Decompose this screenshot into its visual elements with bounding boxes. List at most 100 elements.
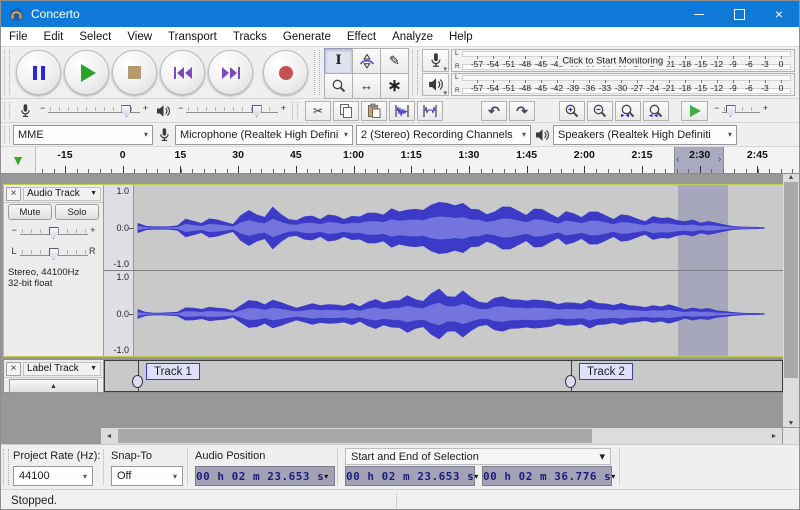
snap-to-select[interactable]: Off▾	[111, 466, 183, 486]
solo-button[interactable]: Solo	[55, 204, 99, 220]
label-area[interactable]: Track 1 Track 2	[104, 360, 783, 392]
gain-slider[interactable]: − +	[10, 223, 98, 242]
collapse-button[interactable]: ▲	[9, 379, 98, 393]
label-track-menu[interactable]: Label Track ▼	[23, 362, 101, 376]
menu-file[interactable]: File	[1, 31, 36, 43]
slider-thumb[interactable]	[252, 105, 262, 117]
label-box[interactable]: Track 2	[579, 363, 633, 380]
audio-track-menu[interactable]: Audio Track ▼	[23, 187, 101, 201]
envelope-tool-button[interactable]	[352, 48, 381, 74]
menu-help[interactable]: Help	[441, 31, 481, 43]
silence-audio-button[interactable]	[417, 101, 443, 121]
recording-volume-slider[interactable]: − +	[38, 101, 150, 120]
transport-toolbar-grip[interactable]	[4, 50, 10, 95]
monitoring-overlay[interactable]: Click to Start Monitoring	[558, 55, 667, 66]
playback-volume-slider[interactable]: − +	[176, 101, 288, 120]
timeline-label-15: 15	[175, 149, 187, 161]
selection-range-select[interactable]: Start and End of Selection▾	[345, 448, 611, 465]
menu-edit[interactable]: Edit	[36, 31, 72, 43]
label-marker-handle[interactable]	[132, 375, 143, 388]
edit-toolbar-grip[interactable]	[292, 102, 298, 119]
playback-device-select[interactable]: Speakers (Realtek High Definiti▾	[553, 125, 737, 145]
skip-to-start-button[interactable]	[160, 50, 205, 95]
recording-meter[interactable]: ▾ L -57-54-51-48-45-42-39-36-33-30-27-24…	[422, 49, 795, 72]
waveform-right[interactable]	[134, 271, 785, 356]
label-box[interactable]: Track 1	[146, 363, 200, 380]
stop-button[interactable]	[112, 50, 157, 95]
meter-toolbar-grip[interactable]	[412, 50, 418, 95]
menu-transport[interactable]: Transport	[160, 31, 225, 43]
trim-audio-button[interactable]	[389, 101, 415, 121]
record-button[interactable]	[263, 50, 308, 95]
scroll-right-arrow[interactable]: ►	[766, 433, 782, 440]
playback-meter-button[interactable]: ▾	[422, 73, 449, 96]
horizontal-scroll-thumb[interactable]	[118, 429, 592, 443]
timeline-ruler[interactable]: -1501530451:001:151:301:452:002:152:302:…	[36, 147, 799, 173]
menu-tracks[interactable]: Tracks	[225, 31, 275, 43]
draw-tool-button[interactable]: ✎	[380, 48, 409, 74]
scroll-up-arrow[interactable]: ▲	[783, 174, 799, 181]
horizontal-scrollbar[interactable]: ◄ ►	[101, 428, 782, 444]
scroll-left-arrow[interactable]: ◄	[101, 433, 117, 440]
cut-button[interactable]: ✂	[305, 101, 331, 121]
selection-toolbar-grip[interactable]	[3, 449, 9, 485]
pan-slider[interactable]: L R	[10, 244, 98, 263]
audio-host-select[interactable]: MME▾	[13, 125, 153, 145]
scroll-down-arrow[interactable]: ▼	[783, 420, 799, 427]
time-shift-tool-button[interactable]: ↔	[352, 73, 381, 99]
recording-channels-select[interactable]: 2 (Stereo) Recording Channels▾	[356, 125, 531, 145]
recording-meter-button[interactable]: ▾	[422, 49, 449, 72]
slider-thumb[interactable]	[726, 105, 736, 117]
close-track-button[interactable]: ×	[6, 187, 21, 201]
recording-device-select[interactable]: Microphone (Realtek High Defini▾	[175, 125, 353, 145]
menu-analyze[interactable]: Analyze	[384, 31, 441, 43]
selection-end-field[interactable]: 00 h 02 m 36.776 s▾	[482, 466, 612, 486]
meter-scale--45: -45	[535, 59, 547, 69]
menu-select[interactable]: Select	[71, 31, 119, 43]
maximize-button[interactable]	[719, 1, 759, 27]
label-marker-handle[interactable]	[565, 375, 576, 388]
zoom-out-button[interactable]	[587, 101, 613, 121]
vertical-scale-left[interactable]: 1.0 0.0 -1.0	[104, 185, 134, 270]
menu-generate[interactable]: Generate	[275, 31, 339, 43]
selection-tool-button[interactable]: I	[324, 48, 353, 74]
paste-button[interactable]	[361, 101, 387, 121]
pinned-playhead-button[interactable]: ▼	[1, 147, 36, 173]
close-track-button[interactable]: ×	[6, 362, 21, 376]
redo-button[interactable]: ↷	[509, 101, 535, 121]
project-rate-select[interactable]: 44100▾	[13, 466, 93, 486]
undo-button[interactable]: ↶	[481, 101, 507, 121]
minimize-button[interactable]	[679, 1, 719, 27]
slider-thumb[interactable]	[121, 105, 131, 117]
play-speed-slider[interactable]: − +	[712, 101, 770, 120]
audio-position-field[interactable]: 00 h 02 m 23.653 s▾	[195, 466, 335, 486]
vertical-scrollbar[interactable]: ▲ ▼	[783, 174, 799, 427]
gain-thumb[interactable]	[49, 227, 59, 239]
play-at-speed-button[interactable]	[681, 101, 708, 121]
waveform-left[interactable]	[134, 185, 785, 270]
playback-meter-box[interactable]: L -57-54-51-48-45-42-39-36-33-30-27-24-2…	[451, 73, 795, 96]
skip-to-end-button[interactable]	[208, 50, 253, 95]
copy-button[interactable]	[333, 101, 359, 121]
multi-tool-button[interactable]: ∗	[380, 73, 409, 99]
menu-view[interactable]: View	[119, 31, 160, 43]
selection-start-field[interactable]: 00 h 02 m 23.653 s▾	[345, 466, 475, 486]
zoom-in-button[interactable]	[559, 101, 585, 121]
mixer-toolbar-grip[interactable]	[4, 102, 10, 119]
tools-toolbar-grip[interactable]	[314, 50, 320, 95]
device-toolbar-grip[interactable]	[4, 126, 10, 143]
zoom-tool-button[interactable]	[324, 73, 353, 99]
playback-meter[interactable]: ▾ L -57-54-51-48-45-42-39-36-33-30-27-24…	[422, 73, 795, 96]
close-button[interactable]: ×	[759, 1, 799, 27]
vertical-scale-right[interactable]: 1.0 0.0 -1.0	[104, 271, 134, 356]
pan-thumb[interactable]	[49, 248, 59, 260]
play-button[interactable]	[64, 50, 109, 95]
fit-project-button[interactable]	[643, 101, 669, 121]
fit-selection-button[interactable]	[615, 101, 641, 121]
menu-effect[interactable]: Effect	[339, 31, 384, 43]
pause-button[interactable]	[16, 50, 61, 95]
vertical-scroll-thumb[interactable]	[784, 182, 798, 378]
pencil-icon: ✎	[389, 53, 400, 69]
mute-button[interactable]: Mute	[8, 204, 52, 220]
recording-meter-box[interactable]: L -57-54-51-48-45-42-39-36-33-30-27-24-2…	[451, 49, 795, 72]
